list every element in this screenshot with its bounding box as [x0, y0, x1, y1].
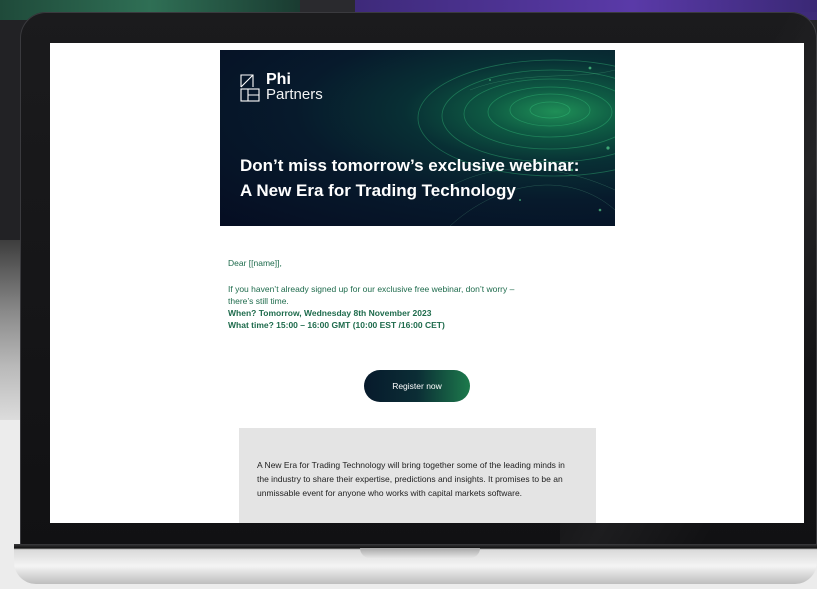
email-template: Phi Partners Don’t miss tomorrow’s exclu… [220, 43, 615, 523]
phi-logo-icon [240, 74, 260, 102]
laptop-screen: Phi Partners Don’t miss tomorrow’s exclu… [50, 43, 804, 523]
hero-headline-line-2: A New Era for Trading Technology [240, 181, 516, 200]
logo-line-partners: Partners [266, 86, 323, 103]
hero-headline: Don’t miss tomorrow’s exclusive webinar:… [240, 153, 610, 203]
logo-wordmark: Phi Partners [266, 71, 323, 103]
logo-line-phi: Phi [266, 71, 291, 88]
info-panel: A New Era for Trading Technology will br… [239, 428, 596, 523]
email-hero-banner: Phi Partners Don’t miss tomorrow’s exclu… [220, 50, 615, 226]
intro-line-1: If you haven’t already signed up for our… [228, 284, 515, 294]
laptop-notch [360, 548, 480, 558]
hero-headline-line-1: Don’t miss tomorrow’s exclusive webinar: [240, 156, 580, 175]
info-paragraph: A New Era for Trading Technology will br… [257, 460, 565, 498]
event-time: What time? 15:00 – 16:00 GMT (10:00 EST … [228, 320, 445, 330]
greeting: Dear [[name]], [228, 258, 282, 268]
intro-line-2: there’s still time. [228, 296, 289, 306]
register-now-button[interactable]: Register now [364, 370, 470, 402]
event-when: When? Tomorrow, Wednesday 8th November 2… [228, 308, 432, 318]
email-body: Dear [[name]], If you haven’t already si… [228, 257, 598, 331]
phi-partners-logo: Phi Partners [240, 72, 323, 102]
